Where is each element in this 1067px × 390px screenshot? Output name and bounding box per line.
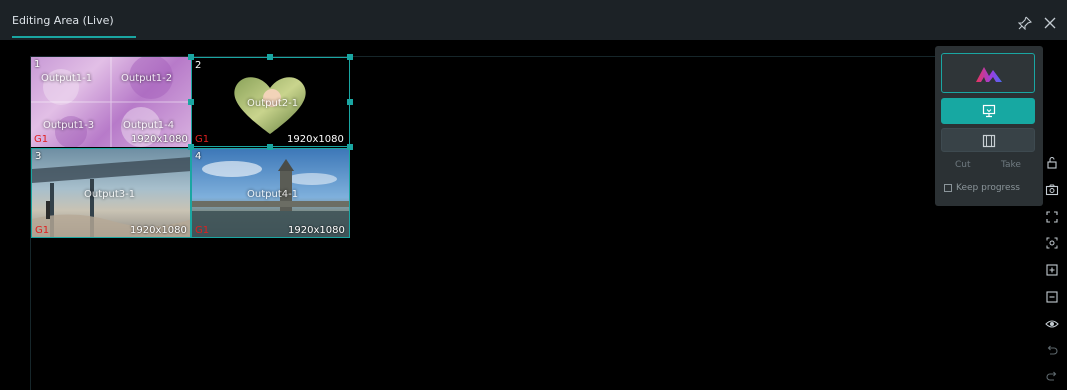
window-number: 1 (34, 59, 41, 70)
resize-handle[interactable] (267, 54, 273, 60)
preview-button[interactable] (941, 128, 1035, 152)
visibility-icon[interactable] (1045, 317, 1059, 331)
group-label: G1 (35, 225, 50, 236)
resolution-label: 1920x1080 (287, 134, 344, 145)
redo-icon[interactable] (1045, 370, 1059, 384)
window-number: 3 (35, 151, 42, 162)
add-layer-icon[interactable] (1045, 263, 1059, 277)
film-preview-icon (982, 134, 996, 148)
output-label: Output1-2 (121, 73, 173, 84)
output-label: Output2-1 (247, 98, 299, 109)
layer-window-4[interactable]: 4 Output4-1 G1 1920x1080 (191, 148, 350, 238)
group-label: G1 (195, 225, 210, 236)
output-label: Output1-3 (43, 120, 95, 131)
brand-logo-button[interactable] (941, 53, 1035, 93)
resize-handle[interactable] (347, 144, 353, 150)
screen-live-icon (982, 104, 996, 118)
layer-window-3[interactable]: 3 Output3-1 G1 1920x1080 (31, 148, 191, 238)
take-control-panel: Cut Take Keep progress (935, 46, 1043, 206)
resize-handle[interactable] (188, 99, 194, 105)
cut-button[interactable]: Cut (955, 160, 971, 170)
close-icon[interactable] (1043, 16, 1057, 30)
screenshot-icon[interactable] (1045, 183, 1059, 197)
unlock-icon[interactable] (1045, 156, 1059, 170)
group-label: G1 (34, 134, 49, 145)
resize-handle[interactable] (347, 99, 353, 105)
group-label: G1 (195, 134, 210, 145)
output-label: Output4-1 (247, 189, 299, 200)
fit-screen-icon[interactable] (1045, 210, 1059, 224)
title-bar: Editing Area (Live) (0, 0, 1067, 40)
layer-window-2[interactable]: 2 Output2-1 G1 1920x1080 (191, 57, 350, 147)
focus-icon[interactable] (1045, 236, 1059, 250)
output-label: Output3-1 (84, 189, 136, 200)
resolution-label: 1920x1080 (131, 134, 188, 145)
resolution-label: 1920x1080 (288, 225, 345, 236)
program-live-button[interactable] (941, 98, 1035, 124)
keep-progress-label: Keep progress (956, 183, 1020, 193)
take-button[interactable]: Take (1001, 160, 1021, 170)
tab-editing-area-live[interactable]: Editing Area (Live) (12, 14, 114, 36)
resize-handle[interactable] (267, 144, 273, 150)
keep-progress-option[interactable]: Keep progress (944, 183, 1020, 193)
window-number: 4 (195, 151, 202, 162)
window-number: 2 (195, 60, 202, 71)
resize-handle[interactable] (188, 54, 194, 60)
keep-progress-checkbox[interactable] (944, 184, 952, 192)
resize-handle[interactable] (188, 144, 194, 150)
active-tab-indicator (12, 36, 136, 38)
resolution-label: 1920x1080 (130, 225, 187, 236)
brand-logo-icon (976, 67, 1002, 82)
pin-icon[interactable] (1017, 16, 1033, 31)
layer-window-1[interactable]: 1 Output1-1 Output1-2 Output1-3 Output1-… (31, 57, 191, 147)
undo-icon[interactable] (1045, 344, 1059, 358)
resize-handle[interactable] (347, 54, 353, 60)
output-label: Output1-4 (123, 120, 175, 131)
remove-layer-icon[interactable] (1045, 290, 1059, 304)
output-label: Output1-1 (41, 73, 93, 84)
